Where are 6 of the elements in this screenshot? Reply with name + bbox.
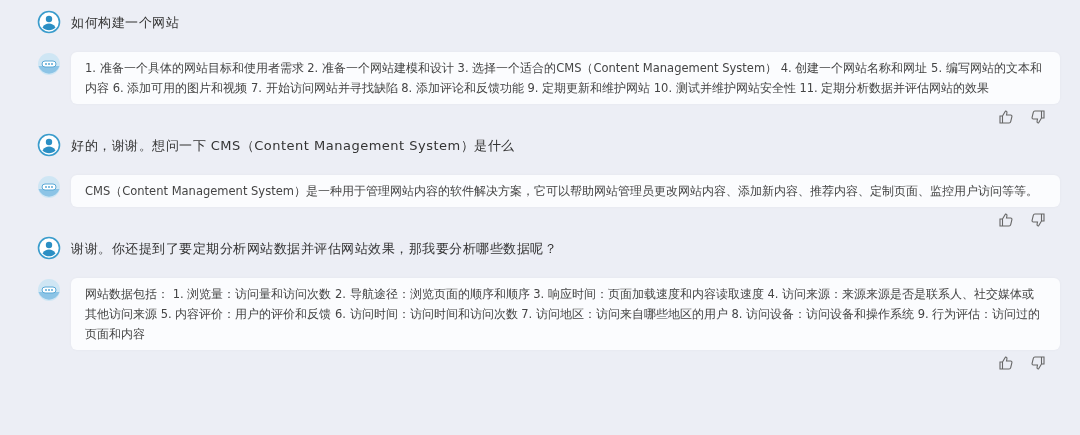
bot-reply: CMS（Content Management System）是一种用于管理网站内容的软件解决方案，它可以帮助网站管理员更改网站内容、添加新内容、推荐内容、定制页面、监控用户访问等等。 xyxy=(71,175,1060,207)
bot-reply: 网站数据包括： 1. 浏览量：访问量和访问次数 2. 导航途径：浏览页面的顺序和顺序 3. 响应时间：页面加载速度和内容读取速度 4. 访问来源：来源来源是否是联系人、社交媒体或其他访问来源 5. 内容评价：用户的评价和反馈 6. 访问时间：访问时间和访问次数 7. 访问地区：访问来自哪些地区的用户 8. 访问设备：访问设备和操作系统 9. 行为评估：访问过的页面和内容 xyxy=(71,278,1060,350)
user-message: 好的，谢谢。想问一下 CMS（Content Management System）是什么 xyxy=(71,137,515,155)
user-message: 如何构建一个网站 xyxy=(71,14,179,32)
user-message: 谢谢。你还提到了要定期分析网站数据并评估网站效果，那我要分析哪些数据呢？ xyxy=(71,240,557,258)
bot-reply: 1. 准备一个具体的网站目标和使用者需求 2. 准备一个网站建模和设计 3. 选择一个适合的CMS（Content Management System） 4. 创建一个网站名称和网址 5. 编写网站的文本和内容 6. 添加可用的图片和视频 7. 开始访问网站并寻找缺陷 8. 添加评论和反馈功能 9. 定期更新和维护网站 10. 测试并维护网站安全性 11. 定期分析数据并评估网站的效果 xyxy=(71,52,1060,104)
